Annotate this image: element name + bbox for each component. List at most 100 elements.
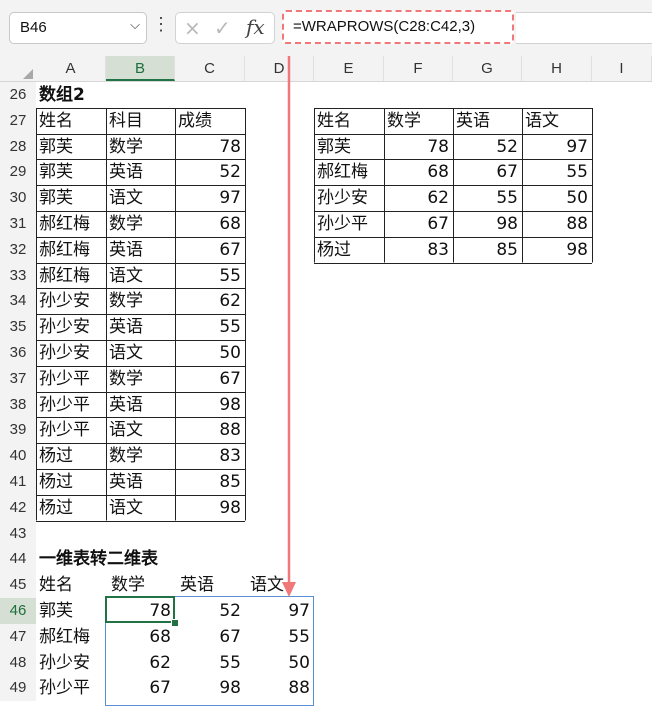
source-data-cell[interactable]: 67: [175, 237, 245, 263]
result-header-cell[interactable]: 英语: [453, 108, 522, 134]
bottom-section-title[interactable]: 一维表转二维表: [36, 546, 256, 572]
source-data-cell[interactable]: 50: [175, 340, 245, 366]
row-header-44[interactable]: 44: [0, 546, 36, 573]
name-box[interactable]: B46 ⌵: [9, 12, 147, 44]
row-header-27[interactable]: 27: [0, 107, 36, 134]
result-data-cell[interactable]: 55: [453, 185, 522, 211]
row-header-39[interactable]: 39: [0, 417, 36, 444]
source-header-cell[interactable]: 姓名: [36, 108, 106, 134]
source-data-cell[interactable]: 语文: [106, 495, 175, 521]
bottom-header-cell[interactable]: 语文: [247, 572, 319, 598]
source-data-cell[interactable]: 数学: [106, 366, 175, 392]
result-data-cell[interactable]: 孙少安: [314, 185, 384, 211]
result-data-cell[interactable]: 78: [384, 134, 453, 160]
fill-handle[interactable]: [171, 619, 179, 627]
result-data-cell[interactable]: 50: [522, 185, 592, 211]
source-data-cell[interactable]: 98: [175, 495, 245, 521]
source-data-cell[interactable]: 语文: [106, 263, 175, 289]
source-header-cell[interactable]: 科目: [106, 108, 175, 134]
column-header-f[interactable]: F: [384, 56, 453, 81]
source-data-cell[interactable]: 孙少平: [36, 366, 106, 392]
source-data-cell[interactable]: 语文: [106, 417, 175, 443]
confirm-icon[interactable]: ✓: [214, 16, 231, 40]
bottom-header-cell[interactable]: 英语: [177, 572, 249, 598]
result-header-cell[interactable]: 数学: [384, 108, 453, 134]
source-data-cell[interactable]: 数学: [106, 134, 175, 160]
source-data-cell[interactable]: 孙少安: [36, 288, 106, 314]
row-header-34[interactable]: 34: [0, 288, 36, 315]
source-data-cell[interactable]: 数学: [106, 288, 175, 314]
row-header-42[interactable]: 42: [0, 494, 36, 521]
row-header-45[interactable]: 45: [0, 572, 36, 598]
source-data-cell[interactable]: 数学: [106, 211, 175, 237]
column-header-i[interactable]: I: [592, 56, 652, 81]
source-data-cell[interactable]: 55: [175, 263, 245, 289]
row-header-43[interactable]: 43: [0, 520, 36, 547]
row-header-41[interactable]: 41: [0, 469, 36, 495]
source-data-cell[interactable]: 杨过: [36, 495, 106, 521]
source-header-cell[interactable]: 成绩: [175, 108, 245, 134]
source-data-cell[interactable]: 英语: [106, 159, 175, 185]
source-data-cell[interactable]: 孙少平: [36, 392, 106, 418]
source-data-cell[interactable]: 郝红梅: [36, 211, 106, 237]
result-data-cell[interactable]: 郭芙: [314, 134, 384, 160]
source-data-cell[interactable]: 英语: [106, 314, 175, 340]
source-data-cell[interactable]: 语文: [106, 340, 175, 366]
column-header-d[interactable]: D: [245, 56, 314, 81]
source-data-cell[interactable]: 85: [175, 469, 245, 495]
row-header-49[interactable]: 49: [0, 675, 36, 702]
source-data-cell[interactable]: 英语: [106, 469, 175, 495]
result-data-cell[interactable]: 郝红梅: [314, 159, 384, 185]
source-data-cell[interactable]: 郭芙: [36, 185, 106, 211]
row-header-36[interactable]: 36: [0, 340, 36, 366]
result-data-cell[interactable]: 98: [453, 211, 522, 237]
worksheet-grid[interactable]: ABCDEFGHI 26 27 28 29 30 31 32 33 34 35 36 37 38 39 40…: [0, 56, 652, 706]
spill-data-cell[interactable]: 郝红梅: [36, 624, 106, 650]
result-data-cell[interactable]: 67: [384, 211, 453, 237]
column-header-h[interactable]: H: [522, 56, 592, 81]
source-data-cell[interactable]: 语文: [106, 185, 175, 211]
row-header-38[interactable]: 38: [0, 391, 36, 418]
source-data-cell[interactable]: 杨过: [36, 443, 106, 469]
source-data-cell[interactable]: 68: [175, 211, 245, 237]
result-data-cell[interactable]: 杨过: [314, 237, 384, 263]
source-data-cell[interactable]: 数学: [106, 443, 175, 469]
bottom-header-cell[interactable]: 数学: [108, 572, 180, 598]
row-header-46[interactable]: 46: [0, 598, 36, 624]
source-data-cell[interactable]: 杨过: [36, 469, 106, 495]
result-header-cell[interactable]: 语文: [522, 108, 592, 134]
result-data-cell[interactable]: 68: [384, 159, 453, 185]
row-header-30[interactable]: 30: [0, 185, 36, 211]
source-table-title[interactable]: 数组2: [36, 82, 106, 108]
source-data-cell[interactable]: 88: [175, 417, 245, 443]
bottom-header-cell[interactable]: 姓名: [36, 572, 108, 598]
source-data-cell[interactable]: 郭芙: [36, 134, 106, 160]
source-data-cell[interactable]: 郭芙: [36, 159, 106, 185]
column-header-a[interactable]: A: [36, 56, 106, 81]
source-data-cell[interactable]: 孙少安: [36, 340, 106, 366]
source-data-cell[interactable]: 孙少平: [36, 417, 106, 443]
source-data-cell[interactable]: 98: [175, 392, 245, 418]
result-data-cell[interactable]: 88: [522, 211, 592, 237]
row-header-26[interactable]: 26: [0, 82, 36, 108]
row-header-33[interactable]: 33: [0, 262, 36, 289]
source-data-cell[interactable]: 英语: [106, 392, 175, 418]
spill-data-cell[interactable]: 郭芙: [36, 598, 106, 624]
row-header-47[interactable]: 47: [0, 623, 36, 650]
row-header-31[interactable]: 31: [0, 211, 36, 237]
source-data-cell[interactable]: 55: [175, 314, 245, 340]
result-data-cell[interactable]: 97: [522, 134, 592, 160]
spill-data-cell[interactable]: 孙少平: [36, 675, 106, 701]
source-data-cell[interactable]: 97: [175, 185, 245, 211]
source-data-cell[interactable]: 78: [175, 134, 245, 160]
result-data-cell[interactable]: 52: [453, 134, 522, 160]
spill-data-cell[interactable]: 孙少安: [36, 650, 106, 676]
column-header-b[interactable]: B: [106, 56, 175, 81]
formula-input-extension[interactable]: [516, 12, 652, 44]
select-all-corner[interactable]: [0, 56, 36, 82]
row-header-37[interactable]: 37: [0, 365, 36, 392]
result-data-cell[interactable]: 55: [522, 159, 592, 185]
source-data-cell[interactable]: 孙少安: [36, 314, 106, 340]
source-data-cell[interactable]: 郝红梅: [36, 263, 106, 289]
result-data-cell[interactable]: 67: [453, 159, 522, 185]
